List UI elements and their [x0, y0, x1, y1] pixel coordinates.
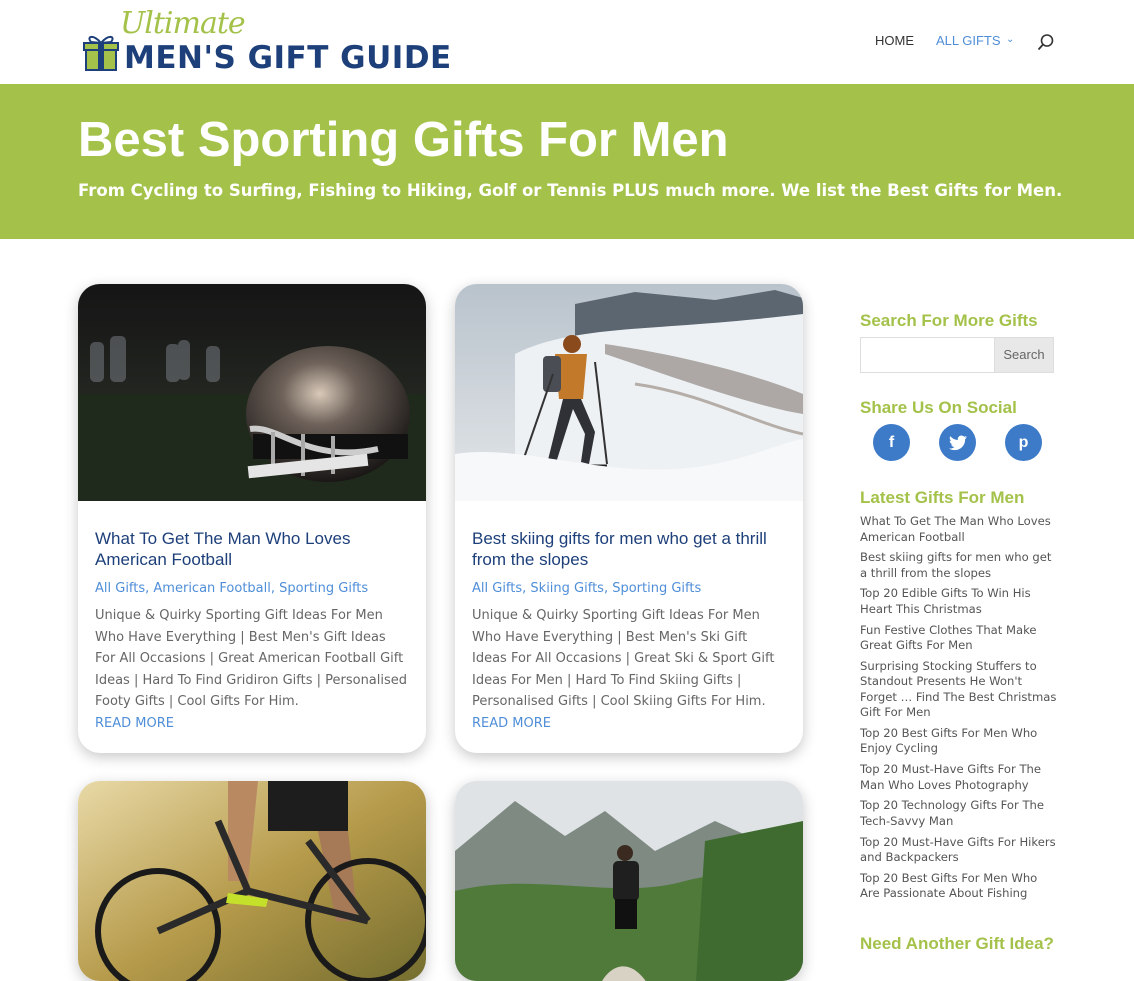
- latest-gift-link[interactable]: Surprising Stocking Stuffers to Standout…: [860, 659, 1060, 721]
- sidebar-another-heading: Need Another Gift Idea?: [860, 934, 1054, 953]
- page-subtitle: From Cycling to Surfing, Fishing to Hiki…: [78, 181, 1063, 200]
- site-logo[interactable]: Ultimate MEN'S GIFT GUIDE: [82, 6, 451, 76]
- latest-gift-link[interactable]: Top 20 Technology Gifts For The Tech-Sav…: [860, 798, 1060, 829]
- latest-gift-link[interactable]: What To Get The Man Who Loves American F…: [860, 514, 1060, 545]
- post-excerpt: Unique & Quirky Sporting Gift Ideas For …: [95, 608, 408, 710]
- read-more-link[interactable]: READ MORE: [472, 713, 786, 734]
- search-icon[interactable]: [1037, 33, 1055, 51]
- latest-gift-link[interactable]: Top 20 Must-Have Gifts For The Man Who L…: [860, 762, 1060, 793]
- sidebar-share-heading: Share Us On Social: [860, 398, 1017, 417]
- search-input[interactable]: [860, 337, 995, 373]
- post-categories[interactable]: All Gifts, American Football, Sporting G…: [95, 580, 409, 598]
- post-card: What To Get The Man Who Loves American F…: [78, 284, 426, 753]
- read-more-link[interactable]: READ MORE: [95, 713, 409, 734]
- nav-all-gifts[interactable]: ALL GIFTS: [936, 33, 1001, 48]
- latest-gift-link[interactable]: Top 20 Edible Gifts To Win His Heart Thi…: [860, 586, 1060, 617]
- latest-gift-link[interactable]: Top 20 Must-Have Gifts For Hikers and Ba…: [860, 835, 1060, 866]
- post-categories[interactable]: All Gifts, Skiing Gifts, Sporting Gifts: [472, 580, 786, 598]
- sidebar-search-heading: Search For More Gifts: [860, 311, 1038, 330]
- twitter-icon[interactable]: t: [939, 424, 976, 461]
- search-button[interactable]: Search: [994, 337, 1054, 373]
- nav-home[interactable]: HOME: [875, 33, 914, 48]
- post-image-skier[interactable]: [455, 284, 803, 501]
- site-header: Ultimate MEN'S GIFT GUIDE HOME ALL GIFTS…: [0, 0, 1134, 84]
- latest-gift-link[interactable]: Best skiing gifts for men who get a thri…: [860, 550, 1060, 581]
- twitter-bird-icon: [948, 435, 967, 451]
- post-card: Best skiing gifts for men who get a thri…: [455, 284, 803, 753]
- logo-script-text: Ultimate: [120, 6, 246, 41]
- latest-gift-link[interactable]: Top 20 Best Gifts For Men Who Enjoy Cycl…: [860, 726, 1060, 757]
- post-title[interactable]: What To Get The Man Who Loves American F…: [95, 528, 409, 570]
- gift-icon: [83, 35, 119, 71]
- post-title[interactable]: Best skiing gifts for men who get a thri…: [472, 528, 786, 570]
- latest-gift-link[interactable]: Fun Festive Clothes That Make Great Gift…: [860, 623, 1060, 654]
- logo-main-text: MEN'S GIFT GUIDE: [124, 40, 452, 76]
- latest-gift-link[interactable]: Top 20 Best Gifts For Men Who Are Passio…: [860, 871, 1060, 902]
- post-image-hiker[interactable]: [455, 781, 803, 981]
- sidebar-latest-heading: Latest Gifts For Men: [860, 488, 1025, 507]
- post-image-football-helmet[interactable]: [78, 284, 426, 501]
- page-title: Best Sporting Gifts For Men: [78, 113, 729, 167]
- post-card: [455, 781, 803, 981]
- chevron-down-icon[interactable]: ⌄: [1006, 34, 1014, 45]
- facebook-icon[interactable]: f: [873, 424, 910, 461]
- post-card: [78, 781, 426, 981]
- post-excerpt: Unique & Quirky Sporting Gift Ideas For …: [472, 608, 775, 710]
- latest-gifts-list: What To Get The Man Who Loves American F…: [860, 514, 1060, 907]
- pinterest-icon[interactable]: p: [1005, 424, 1042, 461]
- post-image-cyclist[interactable]: [78, 781, 426, 981]
